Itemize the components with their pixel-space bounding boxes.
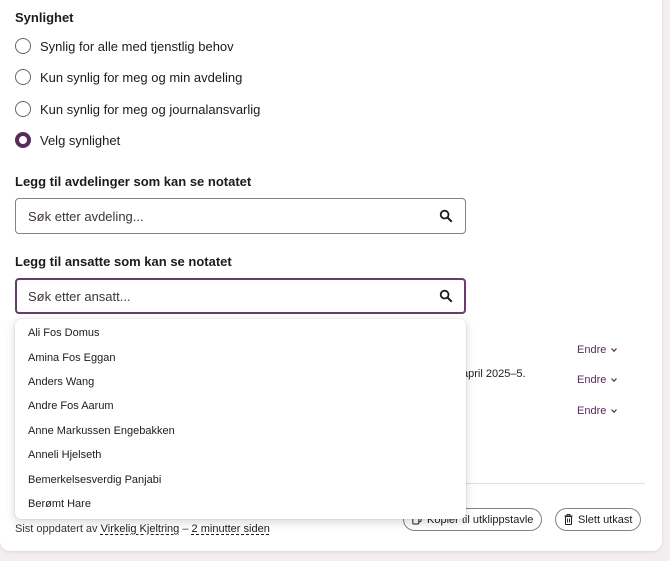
- department-search-box[interactable]: [15, 198, 466, 234]
- radio-button[interactable]: [15, 38, 31, 54]
- radio-visible-all[interactable]: Synlig for alle med tjenstlig behov: [15, 36, 234, 56]
- suggestion-item[interactable]: Anne Markussen Engebakken: [15, 419, 466, 443]
- radio-visible-department[interactable]: Kun synlig for meg og min avdeling: [15, 67, 242, 87]
- employees-heading: Legg til ansatte som kan se notatet: [15, 254, 232, 269]
- search-icon[interactable]: [439, 289, 453, 303]
- chevron-down-icon: [611, 348, 618, 353]
- radio-label: Kun synlig for meg og min avdeling: [40, 69, 243, 85]
- endre-button-1[interactable]: Endre: [577, 344, 618, 356]
- last-updated-time[interactable]: 2 minutter siden: [192, 523, 270, 535]
- radio-visible-journal-responsible[interactable]: Kun synlig for meg og journalansvarlig: [15, 99, 260, 119]
- employee-search-box[interactable]: [15, 278, 466, 314]
- delete-label: Slett utkast: [578, 513, 633, 526]
- radio-button[interactable]: [15, 69, 31, 85]
- radio-label: Kun synlig for meg og journalansvarlig: [40, 101, 261, 117]
- radio-choose-visibility[interactable]: Velg synlighet: [15, 130, 120, 150]
- employee-search-input[interactable]: [28, 288, 439, 304]
- suggestion-item[interactable]: Anneli Hjelseth: [15, 443, 466, 467]
- radio-label: Synlig for alle med tjenstlig behov: [40, 38, 234, 54]
- visibility-heading: Synlighet: [15, 10, 74, 25]
- suggestion-item[interactable]: Anders Wang: [15, 370, 466, 394]
- background-date-text: april 2025–5.: [462, 368, 526, 380]
- endre-label: Endre: [577, 405, 607, 417]
- last-updated-author[interactable]: Virkelig Kjeltring: [101, 523, 180, 535]
- trash-icon: [564, 514, 573, 525]
- radio-button-selected[interactable]: [15, 132, 31, 148]
- suggestion-item[interactable]: Andre Fos Aarum: [15, 394, 466, 418]
- last-updated-prefix: Sist oppdatert av: [15, 523, 98, 535]
- search-icon[interactable]: [439, 209, 453, 223]
- suggestion-item[interactable]: Ali Fos Domus: [15, 321, 466, 345]
- endre-button-3[interactable]: Endre: [577, 405, 618, 417]
- chevron-down-icon: [611, 378, 618, 383]
- suggestion-item[interactable]: Amina Fos Eggan: [15, 345, 466, 369]
- endre-label: Endre: [577, 374, 607, 386]
- radio-button[interactable]: [15, 101, 31, 117]
- departments-heading: Legg til avdelinger som kan se notatet: [15, 174, 252, 189]
- department-search-input[interactable]: [28, 208, 439, 224]
- delete-draft-button[interactable]: Slett utkast: [555, 508, 642, 531]
- employee-suggestions-dropdown: Ali Fos Domus Amina Fos Eggan Anders Wan…: [15, 319, 466, 519]
- suggestion-item[interactable]: Bemerkelsesverdig Panjabi: [15, 467, 466, 491]
- last-updated-separator: –: [182, 523, 189, 535]
- last-updated-text: Sist oppdatert av Virkelig Kjeltring – 2…: [15, 523, 270, 535]
- endre-label: Endre: [577, 344, 607, 356]
- suggestion-item[interactable]: Berømt Hare: [15, 492, 466, 516]
- radio-label: Velg synlighet: [40, 132, 121, 148]
- endre-button-2[interactable]: Endre: [577, 374, 618, 386]
- chevron-down-icon: [611, 409, 618, 414]
